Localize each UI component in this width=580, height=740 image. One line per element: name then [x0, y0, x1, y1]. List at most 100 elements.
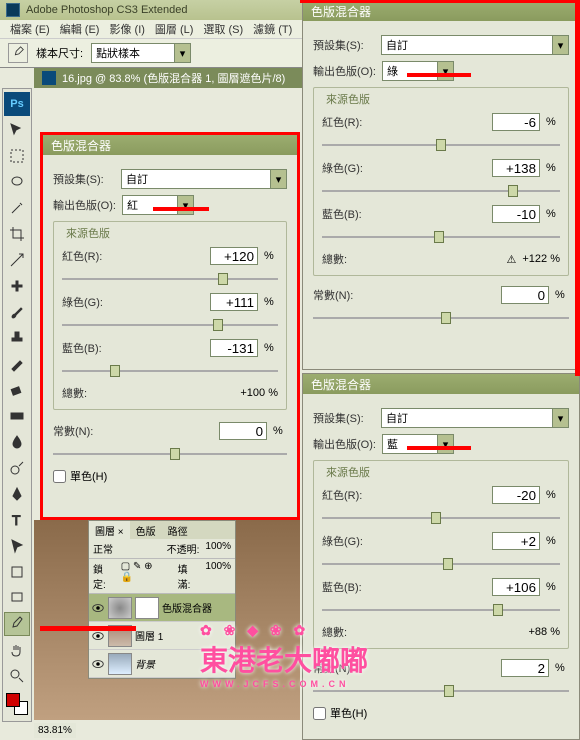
green-label: 綠色(G): — [62, 294, 124, 310]
tab-layers[interactable]: 圖層 × — [89, 521, 130, 539]
blue-slider[interactable] — [322, 229, 560, 245]
menu-file[interactable]: 檔案 (E) — [6, 21, 54, 37]
notes-tool[interactable] — [4, 586, 30, 610]
layers-panel: 圖層 × 色版 路徑 正常 不透明: 100% 鎖定: ▢ ✎ ⊕ 🔒 填滿: … — [88, 520, 236, 679]
lock-label: 鎖定: — [93, 561, 115, 591]
move-tool[interactable] — [4, 118, 30, 142]
output-channel-label: 輸出色版(O): — [313, 63, 376, 79]
red-slider[interactable] — [322, 510, 560, 526]
history-brush-tool[interactable] — [4, 352, 30, 376]
blue-input[interactable] — [210, 339, 258, 357]
total-label: 總數: — [322, 624, 384, 640]
blue-label: 藍色(B): — [322, 579, 384, 595]
green-slider[interactable] — [322, 183, 560, 199]
constant-slider[interactable] — [313, 683, 569, 699]
blue-slider[interactable] — [322, 602, 560, 618]
total-value: +122 % — [522, 253, 560, 265]
brush-tool[interactable] — [4, 300, 30, 324]
tab-channels[interactable]: 色版 — [130, 521, 162, 539]
zoom-tool[interactable] — [4, 664, 30, 688]
visibility-icon[interactable] — [91, 657, 105, 671]
opacity-value[interactable]: 100% — [205, 541, 231, 556]
eyedropper-tool[interactable] — [4, 612, 30, 636]
slice-tool[interactable] — [4, 248, 30, 272]
green-input[interactable] — [492, 159, 540, 177]
preset-value: 自訂 — [126, 171, 148, 187]
constant-slider[interactable] — [53, 446, 287, 462]
total-value: +100 % — [240, 387, 278, 399]
red-label: 紅色(R): — [322, 114, 384, 130]
red-slider[interactable] — [322, 137, 560, 153]
green-input[interactable] — [492, 532, 540, 550]
preset-value: 自訂 — [386, 37, 408, 53]
preset-select[interactable]: 自訂▾ — [381, 408, 569, 428]
blue-label: 藍色(B): — [322, 206, 384, 222]
green-slider[interactable] — [322, 556, 560, 572]
lock-icons[interactable]: ▢ ✎ ⊕ 🔒 — [121, 561, 166, 591]
path-select-tool[interactable] — [4, 534, 30, 558]
blue-slider[interactable] — [62, 363, 278, 379]
shape-tool[interactable] — [4, 560, 30, 584]
menu-layer[interactable]: 圖層 (L) — [151, 21, 198, 37]
crop-tool[interactable] — [4, 222, 30, 246]
visibility-icon[interactable] — [91, 601, 105, 615]
heal-tool[interactable] — [4, 274, 30, 298]
sample-size-select[interactable]: 點狀樣本 ▾ — [91, 43, 191, 63]
blue-input[interactable] — [492, 578, 540, 596]
constant-input[interactable] — [501, 286, 549, 304]
constant-slider[interactable] — [313, 310, 569, 326]
annotation-underline — [153, 207, 209, 211]
hand-tool[interactable] — [4, 638, 30, 662]
output-channel-value: 綠 — [387, 63, 398, 79]
fill-value[interactable]: 100% — [205, 561, 231, 591]
output-channel-select[interactable]: 藍▾ — [382, 434, 454, 454]
annotation-underline — [407, 73, 471, 77]
panel-title: 色版混合器 — [303, 374, 579, 394]
red-input[interactable] — [210, 247, 258, 265]
total-label: 總數: — [62, 385, 124, 401]
gradient-tool[interactable] — [4, 404, 30, 428]
type-tool[interactable]: T — [4, 508, 30, 532]
constant-input[interactable] — [219, 422, 267, 440]
eyedropper-tool-icon[interactable] — [8, 43, 28, 63]
chevron-down-icon: ▾ — [552, 36, 568, 54]
menu-filter[interactable]: 濾鏡 (T) — [249, 21, 296, 37]
color-swatches[interactable] — [6, 693, 28, 715]
pen-tool[interactable] — [4, 482, 30, 506]
green-slider[interactable] — [62, 317, 278, 333]
wand-tool[interactable] — [4, 196, 30, 220]
preset-select[interactable]: 自訂 ▾ — [381, 35, 569, 55]
eraser-tool[interactable] — [4, 378, 30, 402]
fg-color-swatch[interactable] — [6, 693, 20, 707]
red-input[interactable] — [492, 486, 540, 504]
blend-mode[interactable]: 正常 — [93, 541, 113, 556]
menu-edit[interactable]: 編輯 (E) — [56, 21, 104, 37]
dodge-tool[interactable] — [4, 456, 30, 480]
layer-row[interactable]: 背景 — [89, 650, 235, 678]
monochrome-checkbox[interactable] — [53, 470, 66, 483]
zoom-status: 83.81% — [34, 723, 76, 738]
menu-select[interactable]: 選取 (S) — [199, 21, 247, 37]
blur-tool[interactable] — [4, 430, 30, 454]
marquee-tool[interactable] — [4, 144, 30, 168]
lasso-tool[interactable] — [4, 170, 30, 194]
output-channel-select[interactable]: 紅▾ — [122, 195, 194, 215]
sample-size-label: 樣本尺寸: — [36, 45, 83, 61]
opacity-label: 不透明: — [167, 541, 200, 556]
red-input[interactable] — [492, 113, 540, 131]
panel-title: 色版混合器 — [43, 135, 297, 155]
blue-input[interactable] — [492, 205, 540, 223]
green-input[interactable] — [210, 293, 258, 311]
output-channel-select[interactable]: 綠▾ — [382, 61, 454, 81]
source-legend: 來源色版 — [322, 91, 374, 107]
menu-image[interactable]: 影像 (I) — [105, 21, 148, 37]
preset-select[interactable]: 自訂▾ — [121, 169, 287, 189]
constant-input[interactable] — [501, 659, 549, 677]
tab-paths[interactable]: 路徑 — [162, 521, 194, 539]
ps-logo-icon: Ps — [4, 92, 30, 116]
annotation-line — [40, 626, 136, 631]
red-slider[interactable] — [62, 271, 278, 287]
layer-row[interactable]: 色版混合器 — [89, 594, 235, 622]
monochrome-checkbox[interactable] — [313, 707, 326, 720]
stamp-tool[interactable] — [4, 326, 30, 350]
